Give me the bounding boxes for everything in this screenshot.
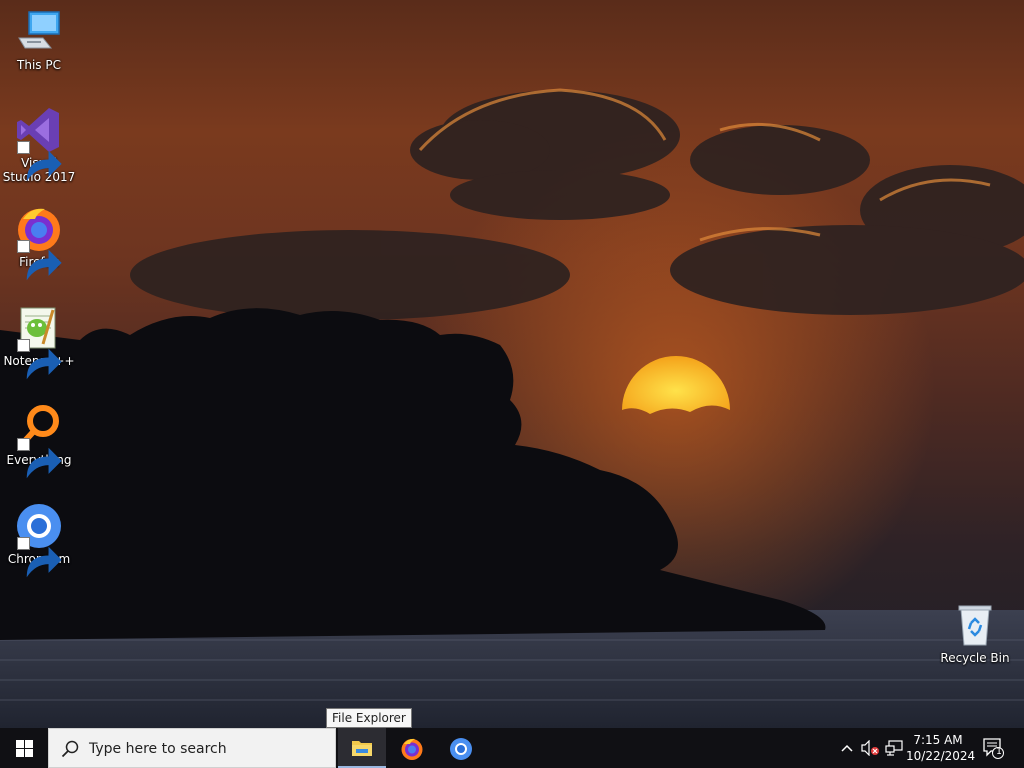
desktop-icon-this-pc[interactable]: This PC [1,8,77,72]
computer-icon [18,11,60,49]
firefox-icon [401,738,423,760]
clock-time: 7:15 AM [913,733,963,747]
network-icon [885,740,903,756]
desktop-wallpaper [0,0,1024,728]
desktop-icon-visual-studio[interactable]: Visual Studio 2017 [1,106,77,184]
shortcut-arrow-icon [17,537,62,578]
taskbar-firefox[interactable] [387,728,435,768]
taskbar-tooltip: File Explorer [326,708,412,728]
desktop-icon-recycle-bin[interactable]: Recycle Bin [937,601,1013,665]
chromium-icon [450,738,472,760]
desktop-icon-label: This PC [17,58,61,72]
recycle-bin-icon [958,605,992,646]
clock-date: 10/22/2024 [906,749,976,763]
file-explorer-icon [352,741,372,756]
windows-start-icon [16,740,33,757]
desktop-icon-notepad-plus-plus[interactable]: Notepad++ [1,304,77,380]
desktop-icon-label: Recycle Bin [940,651,1010,665]
taskbar-chromium[interactable] [436,728,484,768]
taskbar-search-box[interactable]: Type here to search [48,728,336,768]
taskbar-file-explorer[interactable] [338,728,386,768]
shortcut-arrow-icon [17,141,62,182]
start-button[interactable] [0,728,48,768]
shortcut-arrow-icon [17,438,62,479]
shortcut-arrow-icon [17,339,62,380]
desktop-icon-everything[interactable]: Everything [1,403,77,479]
wallpaper-scene [0,0,1024,728]
network-button[interactable] [882,728,906,768]
notification-count-badge: 1 [996,747,1002,757]
taskbar-clock[interactable]: 7:15 AM 10/22/2024 [906,732,976,764]
volume-muted-icon [861,740,879,756]
desktop-icon-firefox[interactable]: Firefox [1,205,77,281]
volume-button[interactable] [858,728,882,768]
desktop-icon-chromium[interactable]: Chromium [1,502,77,578]
shortcut-arrow-icon [17,240,62,281]
chevron-up-icon [841,744,853,752]
search-placeholder: Type here to search [89,741,227,757]
action-center-button[interactable]: 1 [978,728,1008,768]
taskbar: Type here to search 7:15 AM 10/22/2024 1 [0,728,1024,768]
search-icon [61,740,79,758]
show-hidden-icons-button[interactable] [836,728,858,768]
